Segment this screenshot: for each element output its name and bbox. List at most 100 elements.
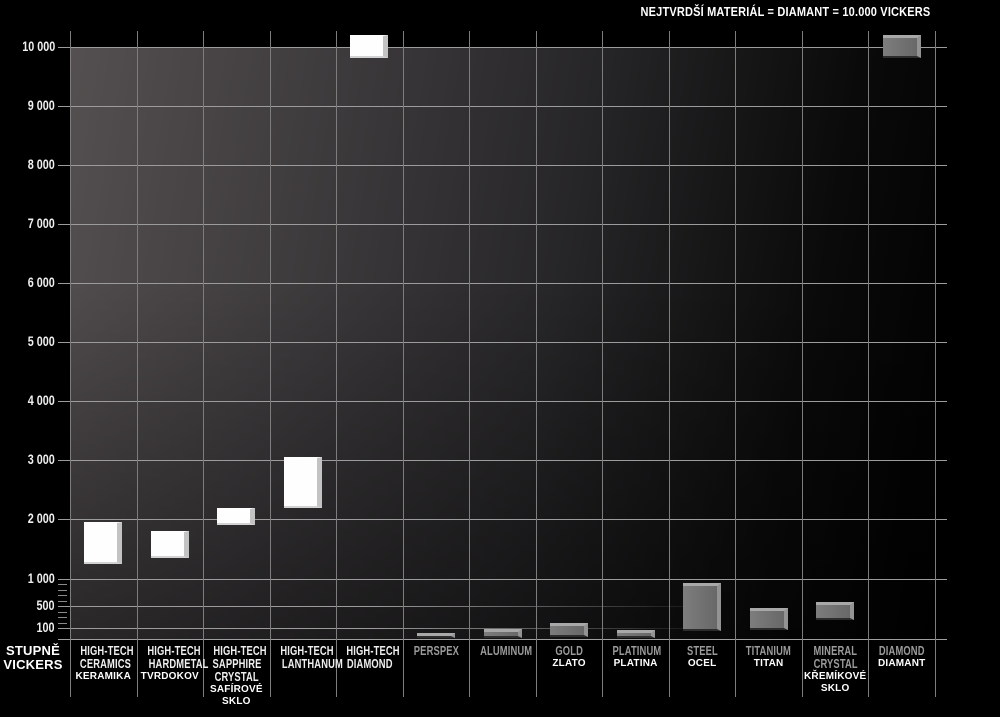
y-tick-text: 100 [37, 621, 55, 635]
vickers-hardness-chart: NEJTVRDŠÍ MATERIÁL = DIAMANT = 10.000 VI… [0, 0, 1000, 717]
y-tick-label: 8 000 [0, 158, 55, 172]
column-label-line: HARDMETAL [137, 657, 203, 670]
y-tick-text: 7 000 [28, 217, 55, 231]
y-minor-tick [58, 601, 67, 602]
column-sublabel-line: TITAN [736, 658, 802, 669]
column-sublabel-line: ZLATO [536, 658, 602, 669]
range-bar [883, 35, 921, 59]
x-axis-baseline [58, 639, 947, 640]
range-bar [683, 583, 721, 631]
column-label: HIGH-TECHSAPPHIRECRYSTALSAFÍROVÉSKLO [203, 644, 269, 707]
y-axis-title: STUPNĚ VICKERS [0, 644, 66, 671]
y-minor-tick [58, 617, 67, 618]
y-tick-label: 9 000 [0, 99, 55, 113]
column-label: HIGH-TECHLANTHANUM [270, 644, 336, 670]
column-sublabel-line: KŘEMÍKOVÉ [802, 671, 868, 682]
y-axis-title-line2: VICKERS [0, 658, 66, 672]
column-label: PERSPEX [403, 644, 469, 657]
range-bar [550, 623, 588, 637]
y-tick-label: 7 000 [0, 217, 55, 231]
column-label: DIAMONDDIAMANT [869, 644, 935, 669]
y-minor-tick [58, 612, 67, 613]
range-bar [484, 629, 522, 638]
range-bar [417, 633, 455, 639]
column-label: GOLDZLATO [536, 644, 602, 669]
y-tick-text: 9 000 [28, 99, 55, 113]
y-tick-text: 3 000 [28, 453, 55, 467]
y-tick-text: 2 000 [28, 512, 55, 526]
column-sublabel-line: KERAMIKA [70, 671, 136, 682]
column-label: HIGH-TECHHARDMETALTVRDOKOV [137, 644, 203, 682]
column-separator-line [868, 31, 869, 697]
range-bar [350, 35, 388, 59]
y-tick-text: 1 000 [28, 572, 55, 586]
column-label: TITANIUMTITAN [736, 644, 802, 669]
column-sublabel-line: TVRDOKOV [137, 671, 203, 682]
column-label-line: ALUMINUM [470, 644, 536, 657]
y-tick-label: 100 [0, 621, 55, 635]
gridline [58, 47, 947, 48]
range-bar [84, 522, 122, 563]
y-minor-tick [58, 590, 67, 591]
y-tick-text: 5 000 [28, 335, 55, 349]
gridline [58, 460, 947, 461]
column-separator-line [602, 31, 603, 697]
y-tick-label: 2 000 [0, 512, 55, 526]
column-sublabel-line: OCEL [669, 658, 735, 669]
column-label: MINERALCRYSTALKŘEMÍKOVÉSKLO [802, 644, 868, 694]
column-label: HIGH-TECHDIAMOND [336, 644, 402, 670]
range-bar [750, 608, 788, 630]
chart-title-text: NEJTVRDŠÍ MATERIÁL = DIAMANT = 10.000 VI… [640, 5, 930, 19]
column-separator-line [403, 31, 404, 697]
y-tick-label: 5 000 [0, 335, 55, 349]
y-tick-text: 4 000 [28, 394, 55, 408]
column-label-line: CRYSTAL [203, 670, 269, 683]
column-separator-line [137, 31, 138, 697]
range-bar [151, 531, 189, 558]
range-bar [816, 602, 854, 620]
column-label: PLATINUMPLATINA [603, 644, 669, 669]
column-label-line: LANTHANUM [270, 657, 336, 670]
range-bar [617, 630, 655, 638]
y-tick-text: 8 000 [28, 158, 55, 172]
column-separator-line [735, 31, 736, 697]
column-label-line: GOLD [536, 644, 602, 657]
column-label: HIGH-TECHCERAMICSKERAMIKA [70, 644, 136, 682]
gridline [58, 106, 947, 107]
column-label: ALUMINUM [470, 644, 536, 657]
y-tick-text: 10 000 [22, 40, 55, 54]
column-label-line: CRYSTAL [802, 657, 868, 670]
gridline [58, 519, 947, 520]
gridline [58, 165, 947, 166]
column-separator-line [336, 31, 337, 697]
y-minor-tick [58, 623, 67, 624]
y-tick-text: 500 [37, 599, 55, 613]
gridline [58, 283, 947, 284]
gridline [58, 224, 947, 225]
gridline [58, 342, 947, 343]
y-tick-text: 6 000 [28, 276, 55, 290]
column-separator-line [469, 31, 470, 697]
gridline [58, 401, 947, 402]
column-sublabel-line: DIAMANT [869, 658, 935, 669]
range-bar [217, 508, 255, 526]
y-tick-label: 3 000 [0, 453, 55, 467]
column-separator-line [70, 31, 71, 697]
gridline [58, 606, 947, 607]
column-label-line: STEEL [669, 644, 735, 657]
y-tick-label: 500 [0, 599, 55, 613]
column-label-line: PERSPEX [403, 644, 469, 657]
y-tick-label: 6 000 [0, 276, 55, 290]
column-separator-line [802, 31, 803, 697]
column-sublabel-line: PLATINA [603, 658, 669, 669]
y-tick-label: 1 000 [0, 572, 55, 586]
column-separator-line [270, 31, 271, 697]
column-label-line: DIAMOND [336, 657, 402, 670]
column-label-line: TITANIUM [736, 644, 802, 657]
y-axis-title-line1: STUPNĚ [0, 644, 66, 658]
column-sublabel-line: SKLO [203, 696, 269, 707]
column-sublabel-line: SAFÍROVÉ [203, 684, 269, 695]
column-label-line: DIAMOND [869, 644, 935, 657]
y-minor-tick [58, 584, 67, 585]
column-sublabel-line: SKLO [802, 683, 868, 694]
